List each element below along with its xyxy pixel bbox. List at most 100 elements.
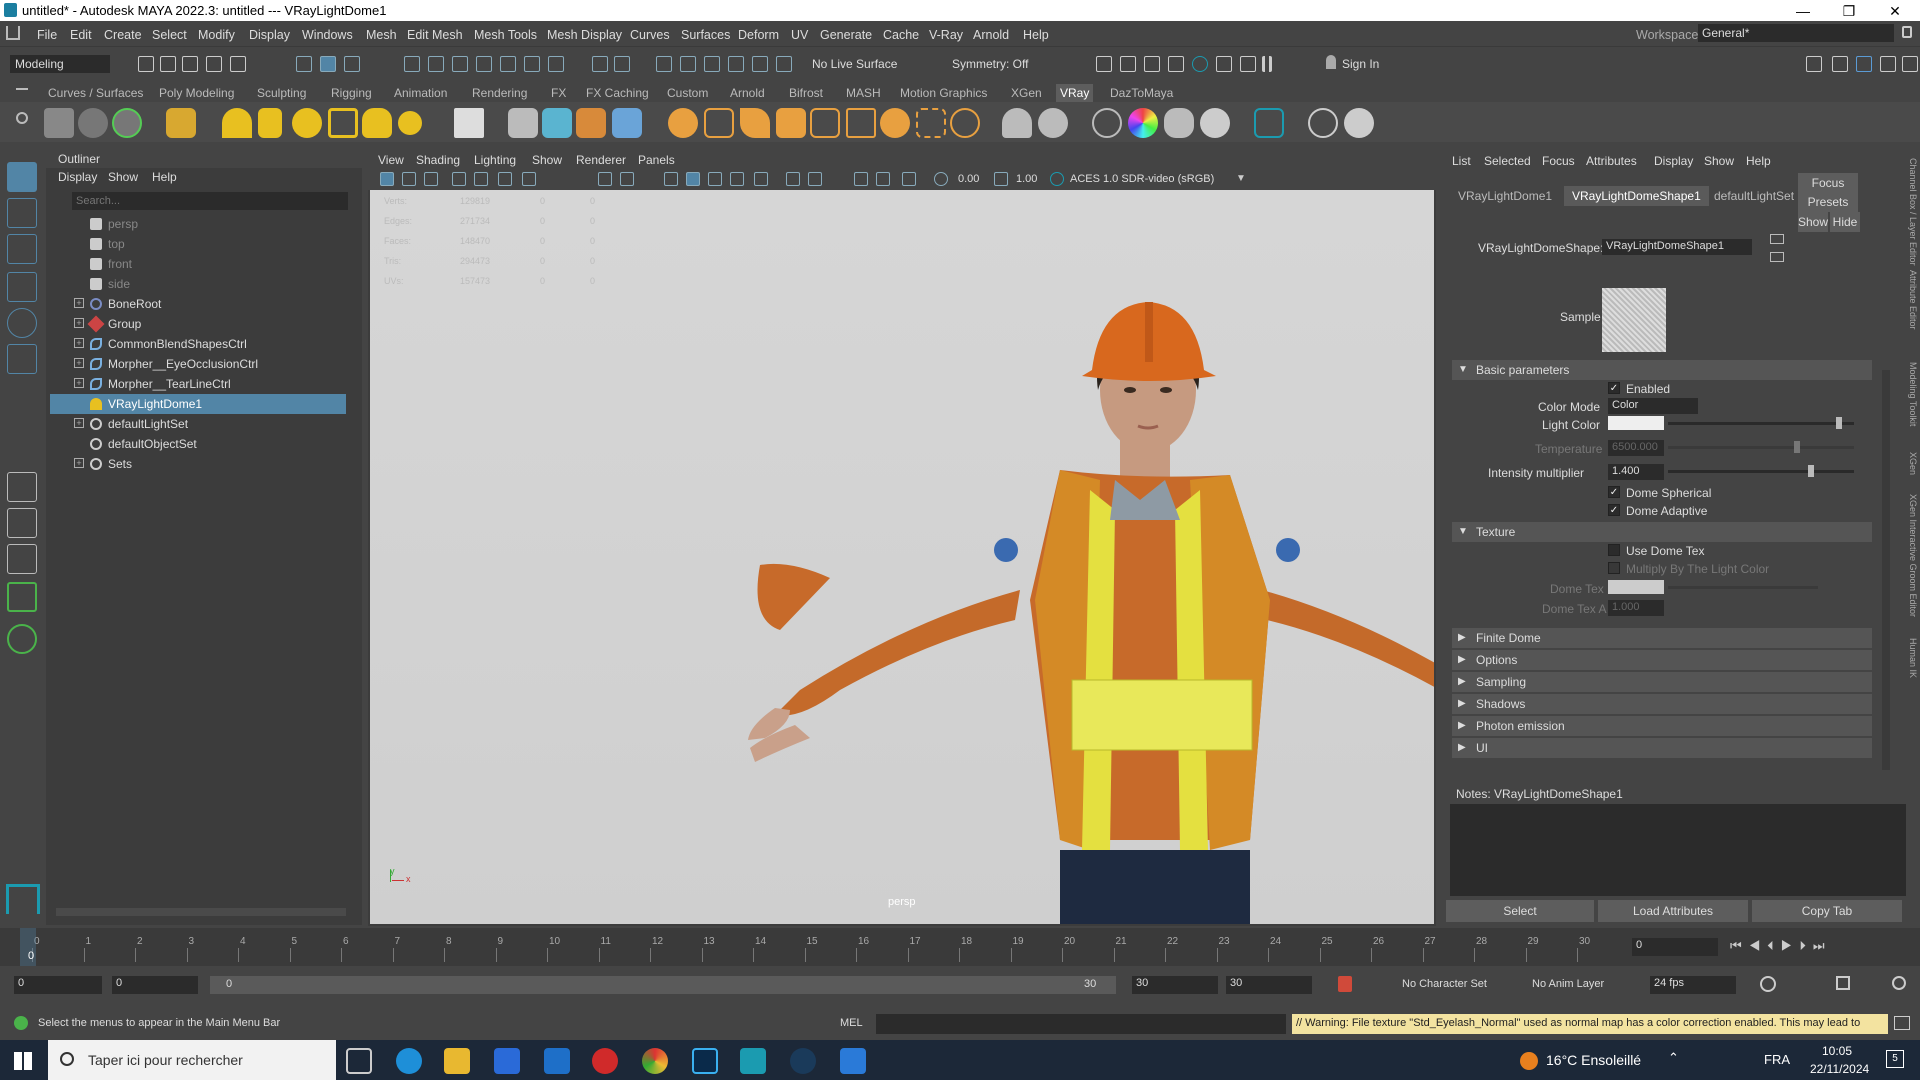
- outliner-item[interactable]: + defaultLightSet: [50, 414, 346, 434]
- outliner-item[interactable]: + BoneRoot: [50, 294, 346, 314]
- shelf-menu-icon[interactable]: [16, 88, 28, 90]
- select-hierarchy-icon[interactable]: [296, 56, 312, 72]
- vray-logo-icon[interactable]: [1344, 108, 1374, 138]
- vray-material-icon[interactable]: [166, 108, 196, 138]
- shelf-tab-poly-modeling[interactable]: Poly Modeling: [155, 84, 238, 102]
- vray-gear-icon[interactable]: [950, 108, 980, 138]
- ae-menu-selected[interactable]: Selected: [1484, 154, 1531, 168]
- intensity-slider[interactable]: [1668, 470, 1854, 473]
- isolate-select-icon[interactable]: [786, 172, 800, 186]
- side-tab[interactable]: XGen Interactive Groom Editor: [1908, 494, 1918, 617]
- menu-uv[interactable]: UV: [791, 28, 808, 42]
- vray-proxy-icon[interactable]: [508, 108, 538, 138]
- chrome-icon[interactable]: [642, 1048, 668, 1074]
- vray-color-picker-icon[interactable]: [1128, 108, 1158, 138]
- input-ops-icon[interactable]: [704, 56, 720, 72]
- outliner-item[interactable]: + Sets: [50, 454, 346, 474]
- section-shadows[interactable]: ▶ Shadows: [1452, 694, 1872, 714]
- shelf-tab-arnold[interactable]: Arnold: [726, 84, 769, 102]
- presets-button[interactable]: Presets: [1798, 192, 1858, 212]
- sound-icon[interactable]: [1836, 976, 1850, 990]
- show-output-icon[interactable]: [1770, 252, 1784, 262]
- light-color-thumb[interactable]: [1836, 417, 1842, 429]
- store-icon[interactable]: [494, 1048, 520, 1074]
- tray-chevron-icon[interactable]: ⌃: [1668, 1050, 1679, 1066]
- outliner-item[interactable]: VRayLightDome1: [50, 394, 346, 414]
- ae-menu-list[interactable]: List: [1452, 154, 1471, 168]
- single-view-icon[interactable]: [7, 472, 37, 502]
- image-plane-icon[interactable]: [452, 172, 466, 186]
- shelf-tab-curves-surfaces[interactable]: Curves / Surfaces: [44, 84, 147, 102]
- focus-button[interactable]: Focus: [1798, 173, 1858, 193]
- render-settings-icon[interactable]: [1168, 56, 1184, 72]
- section-basic-parameters[interactable]: ▼ Basic parameters: [1452, 360, 1872, 380]
- weather-text[interactable]: 16°C Ensoleillé: [1546, 1052, 1641, 1068]
- playback-end-field[interactable]: 30: [1132, 976, 1218, 994]
- vray-sky-icon[interactable]: [78, 108, 108, 138]
- expand-icon[interactable]: +: [74, 338, 84, 348]
- mode-select[interactable]: Modeling: [10, 55, 110, 73]
- vray-cosmos-icon[interactable]: [1092, 108, 1122, 138]
- help-icon[interactable]: [548, 56, 564, 72]
- snap-grid-icon[interactable]: [404, 56, 420, 72]
- symmetry-select[interactable]: Symmetry: Off: [952, 57, 1028, 71]
- move-tool-icon[interactable]: [7, 272, 37, 302]
- playback-controls[interactable]: ⏮◀⏴▶⏵⏭: [1730, 938, 1832, 954]
- shelf-settings-icon[interactable]: [16, 112, 28, 124]
- shelf-tab-rendering[interactable]: Rendering: [468, 84, 531, 102]
- vp-menu-shading[interactable]: Shading: [416, 153, 460, 167]
- section-ui[interactable]: ▶ UI: [1452, 738, 1872, 758]
- menu-mesh[interactable]: Mesh: [366, 28, 397, 42]
- snap-view-icon[interactable]: [524, 56, 540, 72]
- menu-help[interactable]: Help: [1023, 28, 1049, 42]
- snap-curve-icon[interactable]: [428, 56, 444, 72]
- expand-icon[interactable]: +: [74, 358, 84, 368]
- vray-material-presets-icon[interactable]: [1038, 108, 1068, 138]
- vray-volume-grid-icon[interactable]: [776, 108, 806, 138]
- tab-vraylightdomeshape1[interactable]: VRayLightDomeShape1: [1564, 186, 1709, 206]
- intensity-thumb[interactable]: [1808, 465, 1814, 477]
- exposure-icon[interactable]: [934, 172, 948, 186]
- snap-surface-icon[interactable]: [500, 56, 516, 72]
- outliner-layout-icon[interactable]: [7, 582, 37, 612]
- menu-vray[interactable]: V-Ray: [929, 28, 963, 42]
- expand-icon[interactable]: +: [74, 378, 84, 388]
- dome-adaptive-checkbox[interactable]: ✓: [1608, 504, 1620, 516]
- save-scene-icon[interactable]: [182, 56, 198, 72]
- history-icon[interactable]: [656, 56, 672, 72]
- windows-start-icon[interactable]: [14, 1052, 32, 1070]
- ipr-icon[interactable]: [1144, 56, 1160, 72]
- edge-icon[interactable]: [396, 1048, 422, 1074]
- load-attributes-button[interactable]: Load Attributes: [1598, 900, 1748, 922]
- notes-textarea[interactable]: [1450, 804, 1906, 896]
- menu-display[interactable]: Display: [249, 28, 290, 42]
- camera-attrs-icon[interactable]: [402, 172, 416, 186]
- bookmark-icon[interactable]: [424, 172, 438, 186]
- fps-select[interactable]: 24 fps: [1650, 976, 1736, 994]
- ae-menu-focus[interactable]: Focus: [1542, 154, 1575, 168]
- maya-taskbar-icon[interactable]: [740, 1048, 766, 1074]
- daz-icon[interactable]: [840, 1048, 866, 1074]
- menu-edit[interactable]: Edit: [70, 28, 92, 42]
- menu-modify[interactable]: Modify: [198, 28, 235, 42]
- lasso-tool-icon[interactable]: [7, 198, 37, 228]
- shelf-tab-fx[interactable]: FX: [547, 84, 570, 102]
- gamma-value[interactable]: 1.00: [1016, 173, 1037, 185]
- rotate-tool-icon[interactable]: [7, 308, 37, 338]
- resolution-gate-icon[interactable]: [620, 172, 634, 186]
- grease-pencil-icon[interactable]: [498, 172, 512, 186]
- outliner-item[interactable]: + Group: [50, 314, 346, 334]
- render-view-icon[interactable]: [1240, 56, 1256, 72]
- menu-edit-mesh[interactable]: Edit Mesh: [407, 28, 463, 42]
- shelf-tab-vray[interactable]: VRay: [1056, 84, 1094, 102]
- minimize-button[interactable]: —: [1780, 1, 1826, 21]
- shelf-tab-sculpting[interactable]: Sculpting: [253, 84, 310, 102]
- task-view-icon[interactable]: [346, 1048, 372, 1074]
- ae-scrollbar[interactable]: [1882, 370, 1890, 770]
- use-all-lights-icon[interactable]: [730, 172, 744, 186]
- textured-icon[interactable]: [708, 172, 722, 186]
- select-component-icon[interactable]: [344, 56, 360, 72]
- redo-icon[interactable]: [230, 56, 246, 72]
- hypershade-icon[interactable]: [1216, 56, 1232, 72]
- select-lasso-icon[interactable]: [752, 56, 768, 72]
